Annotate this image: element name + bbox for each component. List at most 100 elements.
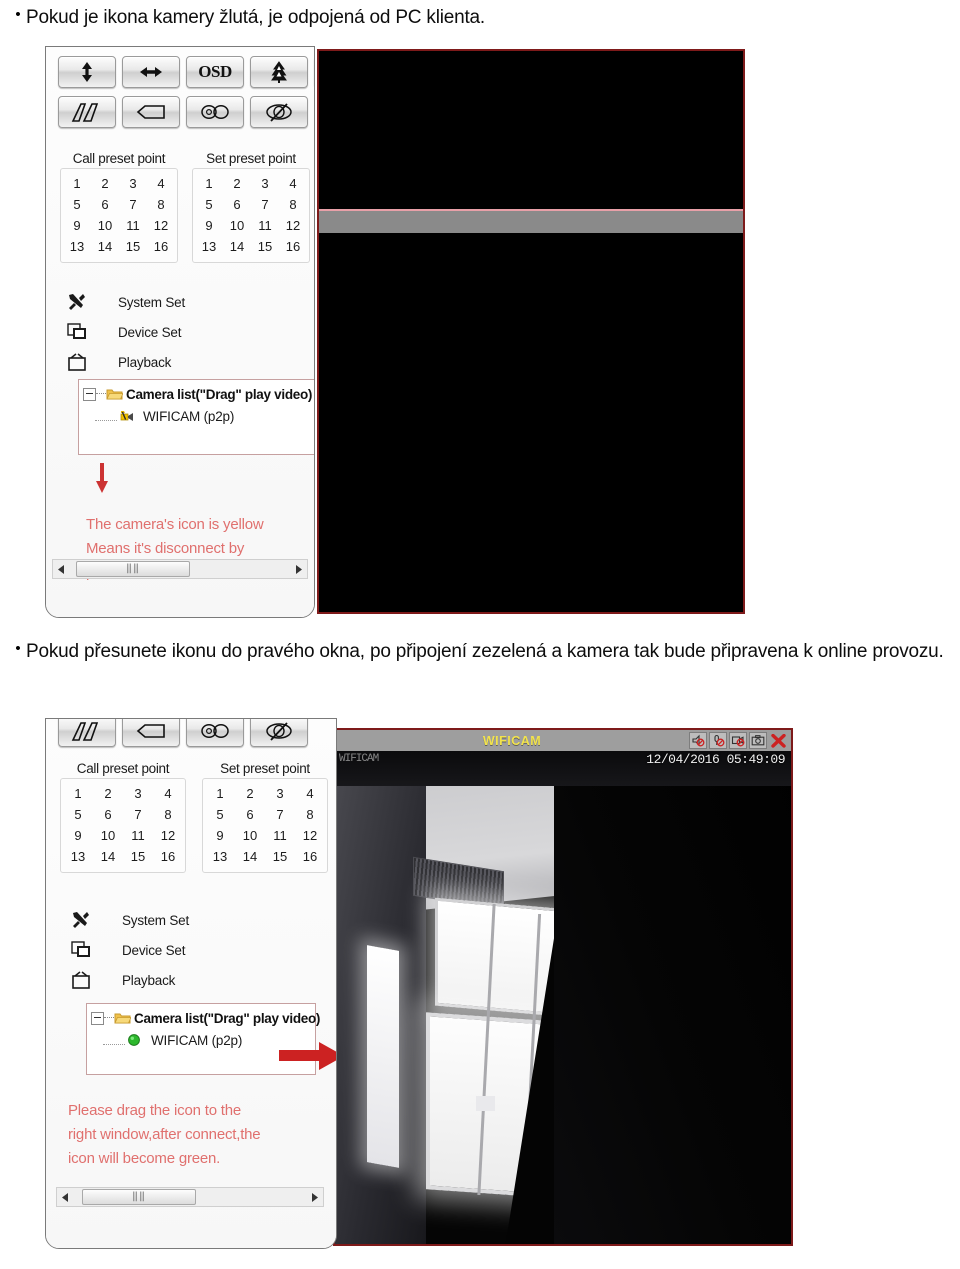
preset-cell[interactable]: 7 [119, 194, 147, 215]
infinity-button[interactable] [186, 719, 244, 747]
preset-cell[interactable]: 10 [235, 825, 265, 846]
preset-cell[interactable]: 10 [91, 215, 119, 236]
preset-cell[interactable]: 6 [235, 804, 265, 825]
phi-button[interactable] [250, 96, 308, 128]
record-off-icon[interactable] [729, 732, 747, 749]
preset-cell[interactable]: 16 [153, 846, 183, 867]
preset-cell[interactable]: 15 [123, 846, 153, 867]
call-preset-grid[interactable]: 1 2 3 4 5 6 7 8 9 10 11 12 13 14 15 16 [60, 778, 186, 873]
outline-tree-button[interactable] [250, 56, 308, 88]
preset-cell[interactable]: 13 [205, 846, 235, 867]
scroll-left-arrow-icon[interactable] [53, 560, 70, 578]
preset-cell[interactable]: 12 [279, 215, 307, 236]
preset-cell[interactable]: 6 [93, 804, 123, 825]
tree-root-row[interactable]: Camera list("Drag" play video) [79, 383, 314, 405]
preset-cell[interactable]: 9 [63, 825, 93, 846]
preset-cell[interactable]: 16 [147, 236, 175, 257]
preset-cell[interactable]: 1 [63, 783, 93, 804]
preset-cell[interactable]: 4 [153, 783, 183, 804]
preset-cell[interactable]: 1 [205, 783, 235, 804]
horizontal-scrollbar-two[interactable]: ‖‖ [56, 1187, 324, 1207]
scroll-left-arrow-icon[interactable] [57, 1188, 74, 1206]
preset-cell[interactable]: 7 [251, 194, 279, 215]
scroll-thumb[interactable]: ‖‖ [76, 561, 190, 577]
preset-cell[interactable]: 14 [93, 846, 123, 867]
scroll-track[interactable]: ‖‖ [74, 1188, 306, 1206]
preset-cell[interactable]: 1 [63, 173, 91, 194]
preset-cell[interactable]: 2 [235, 783, 265, 804]
preset-cell[interactable]: 14 [91, 236, 119, 257]
horizontal-scrollbar-one[interactable]: ‖‖ [52, 559, 308, 579]
preset-cell[interactable]: 4 [295, 783, 325, 804]
scroll-thumb[interactable]: ‖‖ [82, 1189, 196, 1205]
set-preset-grid[interactable]: 1 2 3 4 5 6 7 8 9 10 11 12 13 14 15 16 [192, 168, 310, 263]
scroll-right-arrow-icon[interactable] [306, 1188, 323, 1206]
expander-minus-icon[interactable] [91, 1011, 104, 1025]
preset-cell[interactable]: 14 [235, 846, 265, 867]
menu-item-playback[interactable]: Playback [64, 965, 189, 995]
microphone-mute-icon[interactable] [709, 732, 727, 749]
preset-cell[interactable]: 15 [251, 236, 279, 257]
preset-cell[interactable]: 3 [119, 173, 147, 194]
preset-cell[interactable]: 15 [265, 846, 295, 867]
pan-horizontal-button[interactable] [122, 56, 180, 88]
video-pane-two[interactable]: WIFICAM WIFICAM 12/04/2016 05:49:09 [333, 728, 793, 1246]
menu-item-system-set[interactable]: System Set [64, 905, 189, 935]
call-preset-grid[interactable]: 1 2 3 4 5 6 7 8 9 10 11 12 13 14 15 16 [60, 168, 178, 263]
preset-cell[interactable]: 5 [205, 804, 235, 825]
preset-cell[interactable]: 4 [279, 173, 307, 194]
preset-cell[interactable]: 2 [93, 783, 123, 804]
menu-item-device-set[interactable]: Device Set [64, 935, 189, 965]
preset-cell[interactable]: 4 [147, 173, 175, 194]
preset-cell[interactable]: 6 [223, 194, 251, 215]
menu-item-device-set[interactable]: Device Set [60, 317, 185, 347]
mountain-button[interactable] [58, 96, 116, 128]
preset-cell[interactable]: 11 [265, 825, 295, 846]
preset-cell[interactable]: 3 [265, 783, 295, 804]
preset-cell[interactable]: 11 [123, 825, 153, 846]
flag-button[interactable] [122, 96, 180, 128]
preset-cell[interactable]: 10 [223, 215, 251, 236]
preset-cell[interactable]: 10 [93, 825, 123, 846]
scroll-track[interactable]: ‖‖ [70, 560, 290, 578]
set-preset-grid[interactable]: 1 2 3 4 5 6 7 8 9 10 11 12 13 14 15 16 [202, 778, 328, 873]
preset-cell[interactable]: 16 [295, 846, 325, 867]
preset-cell[interactable]: 12 [147, 215, 175, 236]
mountain-button[interactable] [58, 719, 116, 747]
preset-cell[interactable]: 9 [205, 825, 235, 846]
expander-minus-icon[interactable] [83, 387, 96, 401]
preset-cell[interactable]: 7 [123, 804, 153, 825]
preset-cell[interactable]: 1 [195, 173, 223, 194]
preset-cell[interactable]: 3 [251, 173, 279, 194]
preset-cell[interactable]: 8 [153, 804, 183, 825]
tilt-vertical-button[interactable] [58, 56, 116, 88]
preset-cell[interactable]: 14 [223, 236, 251, 257]
preset-cell[interactable]: 12 [153, 825, 183, 846]
preset-cell[interactable]: 16 [279, 236, 307, 257]
menu-item-playback[interactable]: Playback [60, 347, 185, 377]
preset-cell[interactable]: 2 [223, 173, 251, 194]
camera-tree-one[interactable]: Camera list("Drag" play video) WIFICAM (… [78, 379, 314, 455]
preset-cell[interactable]: 5 [63, 194, 91, 215]
preset-cell[interactable]: 5 [63, 804, 93, 825]
preset-cell[interactable]: 3 [123, 783, 153, 804]
tree-child-row-wificam[interactable]: WIFICAM (p2p) [79, 405, 314, 427]
close-x-icon[interactable] [769, 732, 787, 749]
preset-cell[interactable]: 7 [265, 804, 295, 825]
speaker-mute-icon[interactable] [689, 732, 707, 749]
preset-cell[interactable]: 5 [195, 194, 223, 215]
preset-cell[interactable]: 8 [279, 194, 307, 215]
flag-button[interactable] [122, 719, 180, 747]
preset-cell[interactable]: 13 [195, 236, 223, 257]
phi-button[interactable] [250, 719, 308, 747]
preset-cell[interactable]: 11 [119, 215, 147, 236]
tree-root-row[interactable]: Camera list("Drag" play video) [87, 1007, 320, 1029]
preset-cell[interactable]: 15 [119, 236, 147, 257]
preset-cell[interactable]: 8 [295, 804, 325, 825]
video-pane-one[interactable] [317, 49, 745, 614]
preset-cell[interactable]: 11 [251, 215, 279, 236]
infinity-button[interactable] [186, 96, 244, 128]
snapshot-camera-icon[interactable] [749, 732, 767, 749]
preset-cell[interactable]: 13 [63, 236, 91, 257]
preset-cell[interactable]: 9 [195, 215, 223, 236]
